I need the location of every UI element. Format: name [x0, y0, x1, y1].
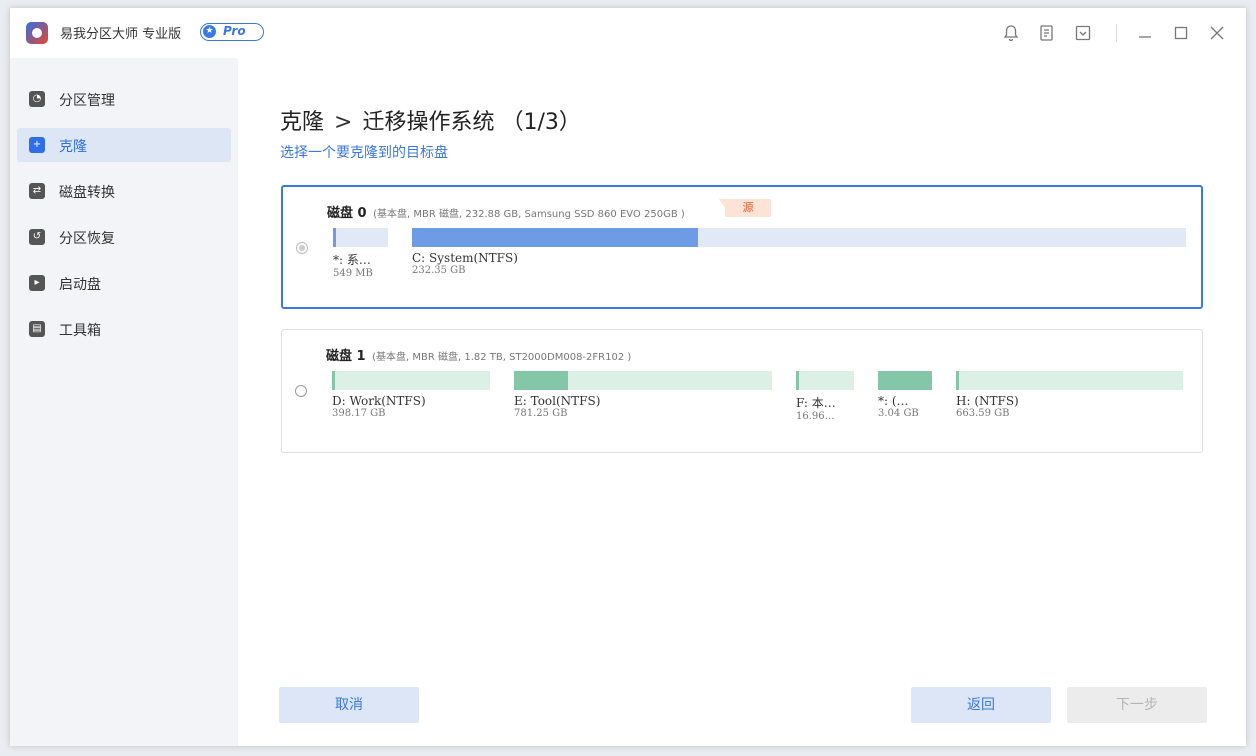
pie-chart-icon: ◔ — [29, 91, 45, 107]
page-title: 克隆 > 迁移操作系统 （1/3） — [280, 104, 581, 136]
clone-icon: + — [29, 137, 45, 153]
partition[interactable]: E: Tool(NTFS) 781.25 GB — [514, 371, 772, 419]
breadcrumb-root: 克隆 — [280, 110, 325, 135]
next-button[interactable]: 下一步 — [1067, 687, 1207, 723]
close-icon[interactable] — [1208, 24, 1226, 42]
toolbox-icon: ▤ — [29, 321, 45, 337]
app-title: 易我分区大师 专业版 — [60, 27, 182, 42]
app-window: 易我分区大师 专业版 ★ Pro ◔ 分区管理 + 克隆 ⇄ 磁盘转换 ↺ 分区… — [10, 8, 1246, 746]
partition-size: 663.59 GB — [956, 408, 1010, 419]
disk-info: (基本盘, MBR 磁盘, 232.88 GB, Samsung SSD 860… — [373, 209, 685, 220]
partition-bar — [332, 371, 490, 390]
titlebar-divider — [1116, 24, 1117, 42]
partition-used-fill — [332, 371, 335, 390]
partition-bar — [796, 371, 854, 390]
sidebar-item-disk-convert[interactable]: ⇄ 磁盘转换 — [17, 174, 231, 208]
boot-disk-icon: ▸ — [29, 275, 45, 291]
breadcrumb-separator: > — [334, 110, 353, 135]
partition-label: *: 系… — [333, 253, 371, 267]
sidebar: ◔ 分区管理 + 克隆 ⇄ 磁盘转换 ↺ 分区恢复 ▸ 启动盘 ▤ 工具箱 — [10, 58, 238, 746]
main-panel: 克隆 > 迁移操作系统 （1/3） 选择一个要克隆到的目标盘 磁盘 0 (基本盘, … — [238, 58, 1246, 746]
partition-bar — [514, 371, 772, 390]
sidebar-item-label: 工具箱 — [59, 323, 101, 339]
partition[interactable]: D: Work(NTFS) 398.17 GB — [332, 371, 490, 419]
title-bar: 易我分区大师 专业版 ★ Pro — [10, 8, 1246, 58]
disk-radio[interactable] — [295, 385, 307, 397]
sidebar-item-toolbox[interactable]: ▤ 工具箱 — [17, 312, 231, 346]
partition-size: 232.35 GB — [412, 265, 466, 276]
cancel-button[interactable]: 取消 — [279, 687, 419, 723]
partition-size: 3.04 GB — [878, 408, 919, 419]
source-tag: 源 — [719, 199, 771, 217]
convert-icon: ⇄ — [29, 183, 45, 199]
partition-used-fill — [333, 228, 336, 247]
partition[interactable]: *: (… 3.04 GB — [878, 371, 932, 419]
disk-title: 磁盘 0 (基本盘, MBR 磁盘, 232.88 GB, Samsung SS… — [327, 202, 685, 221]
disk-card-0[interactable]: 磁盘 0 (基本盘, MBR 磁盘, 232.88 GB, Samsung SS… — [281, 185, 1203, 309]
disk-info: (基本盘, MBR 磁盘, 1.82 TB, ST2000DM008-2FR10… — [372, 352, 632, 363]
partition[interactable]: C: System(NTFS) 232.35 GB — [412, 228, 1186, 276]
star-icon: ★ — [203, 25, 216, 38]
disk-radio[interactable] — [296, 242, 308, 254]
dropdown-icon[interactable] — [1074, 24, 1092, 42]
step-indicator: （1/3） — [501, 110, 581, 135]
partition-used-fill — [796, 371, 799, 390]
partition-used-fill — [956, 371, 959, 390]
app-logo-icon — [26, 22, 48, 44]
partition-bar — [878, 371, 932, 390]
partition-label: E: Tool(NTFS) — [514, 394, 601, 408]
partition-label: H: (NTFS) — [956, 394, 1019, 408]
sidebar-item-label: 启动盘 — [59, 277, 101, 293]
recovery-icon: ↺ — [29, 229, 45, 245]
sidebar-item-label: 磁盘转换 — [59, 185, 115, 201]
disk-title: 磁盘 1 (基本盘, MBR 磁盘, 1.82 TB, ST2000DM008-… — [326, 345, 631, 364]
sidebar-item-label: 克隆 — [59, 139, 87, 155]
partition[interactable]: *: 系… 549 MB — [333, 228, 388, 279]
partition-label: C: System(NTFS) — [412, 251, 518, 265]
bell-icon[interactable] — [1002, 24, 1020, 42]
partition-label: D: Work(NTFS) — [332, 394, 426, 408]
partition-label: *: (… — [878, 394, 909, 408]
sidebar-item-label: 分区恢复 — [59, 231, 115, 247]
partition-size: 549 MB — [333, 268, 373, 279]
back-button[interactable]: 返回 — [911, 687, 1051, 723]
partition-label: F: 本… — [796, 396, 836, 410]
partition-size: 398.17 GB — [332, 408, 386, 419]
partition-bar — [956, 371, 1183, 390]
partition[interactable]: F: 本… 16.96… — [796, 371, 854, 422]
sidebar-item-boot-disk[interactable]: ▸ 启动盘 — [17, 266, 231, 300]
partition-used-fill — [412, 228, 699, 247]
partition-used-fill — [878, 371, 932, 390]
disk-card-1[interactable]: 磁盘 1 (基本盘, MBR 磁盘, 1.82 TB, ST2000DM008-… — [281, 329, 1203, 453]
pro-label: Pro — [223, 24, 246, 38]
disk-name: 磁盘 0 — [327, 206, 367, 221]
notes-icon[interactable] — [1038, 24, 1056, 42]
maximize-icon[interactable] — [1172, 24, 1190, 42]
page-subtitle: 选择一个要克隆到的目标盘 — [280, 145, 448, 161]
minimize-icon[interactable] — [1136, 24, 1154, 42]
sidebar-item-partition-recovery[interactable]: ↺ 分区恢复 — [17, 220, 231, 254]
partition-bar — [412, 228, 1186, 247]
partition-size: 781.25 GB — [514, 408, 568, 419]
sidebar-item-label: 分区管理 — [59, 93, 115, 109]
partition[interactable]: H: (NTFS) 663.59 GB — [956, 371, 1183, 419]
partition-bar — [333, 228, 388, 247]
sidebar-item-clone[interactable]: + 克隆 — [17, 128, 231, 162]
disk-name: 磁盘 1 — [326, 349, 366, 364]
sidebar-item-partition-manager[interactable]: ◔ 分区管理 — [17, 82, 231, 116]
partition-size: 16.96… — [796, 411, 835, 422]
partition-used-fill — [514, 371, 569, 390]
breadcrumb-current: 迁移操作系统 — [362, 110, 495, 135]
pro-badge: ★ Pro — [200, 23, 264, 41]
